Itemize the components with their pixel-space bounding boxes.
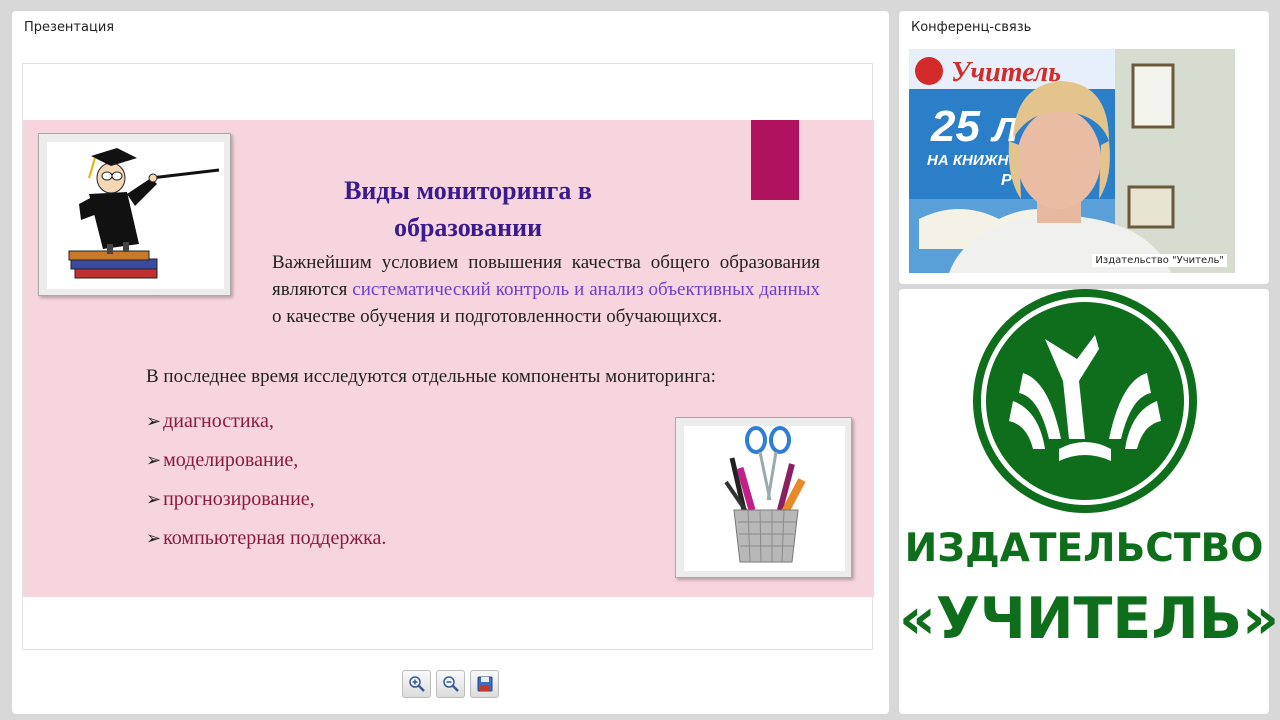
- poster-brand-text: Учитель: [951, 57, 1061, 88]
- list-item: ➢ компьютерная поддержка.: [146, 519, 386, 558]
- save-icon: [477, 676, 492, 692]
- slide-accent-rectangle: [751, 120, 799, 200]
- conference-panel: Конференц-связь Учитель 25 л НА КНИЖНО Р: [899, 11, 1269, 284]
- slide-paragraph: Важнейшим условием повышения качества об…: [272, 249, 820, 330]
- poster-sub-text: НА КНИЖНО: [927, 152, 1020, 169]
- list-item-label: моделирование,: [163, 449, 299, 471]
- slide-lead-text: В последнее время исследуются отдельные …: [146, 366, 716, 387]
- conference-panel-title: Конференц-связь: [911, 20, 1032, 35]
- arrow-bullet-icon: ➢: [146, 528, 162, 548]
- logo-text-line2: «УЧИТЕЛЬ»: [899, 586, 1279, 652]
- bullet-list: ➢ диагностика, ➢ моделирование, ➢ прогнозир…: [146, 402, 386, 558]
- list-item-label: диагностика,: [163, 410, 274, 432]
- poster-tail-text: Р: [1001, 172, 1012, 189]
- zoom-out-button[interactable]: [436, 670, 465, 698]
- slide: Виды мониторинга в образовании Важнейшим…: [22, 63, 874, 650]
- presentation-panel-title: Презентация: [24, 20, 115, 35]
- list-item: ➢ диагностика,: [146, 402, 386, 441]
- list-item: ➢ прогнозирование,: [146, 480, 386, 519]
- arrow-bullet-icon: ➢: [146, 489, 162, 509]
- poster-big-text: 25 л: [930, 102, 1020, 151]
- presentation-panel: Презентация Виды мониторинга в образован…: [12, 11, 889, 714]
- slide-title: Виды мониторинга в образовании: [344, 176, 592, 242]
- slide-paragraph-text-2: о качестве обучения и подготовленности о…: [272, 306, 723, 327]
- professor-clipart: [38, 133, 231, 296]
- zoom-in-icon: [408, 676, 425, 692]
- zoom-in-button[interactable]: [402, 670, 431, 698]
- slide-toolbar: [402, 670, 499, 698]
- publisher-logo-icon: [973, 289, 1197, 513]
- logo-panel: ИЗДАТЕЛЬСТВО «УЧИТЕЛЬ»: [899, 289, 1279, 714]
- logo-text-line1: ИЗДАТЕЛЬСТВО: [904, 526, 1264, 571]
- speaker-video-icon: Учитель 25 л НА КНИЖНО Р: [909, 49, 1235, 273]
- zoom-out-icon: [442, 676, 459, 692]
- video-caption: Издательство "Учитель": [1092, 254, 1227, 267]
- arrow-bullet-icon: ➢: [146, 411, 162, 431]
- pencil-cup-clipart: [675, 417, 852, 578]
- save-button[interactable]: [470, 670, 499, 698]
- video-feed[interactable]: Учитель 25 л НА КНИЖНО Р Издательство "У…: [909, 49, 1235, 273]
- list-item-label: прогнозирование,: [163, 488, 315, 510]
- professor-pointer-icon: [47, 142, 224, 289]
- pencil-cup-icon: [684, 426, 845, 571]
- list-item: ➢ моделирование,: [146, 441, 386, 480]
- list-item-label: компьютерная поддержка.: [163, 527, 387, 549]
- slide-paragraph-highlight: систематический контроль и анализ объект…: [352, 279, 820, 300]
- arrow-bullet-icon: ➢: [146, 450, 162, 470]
